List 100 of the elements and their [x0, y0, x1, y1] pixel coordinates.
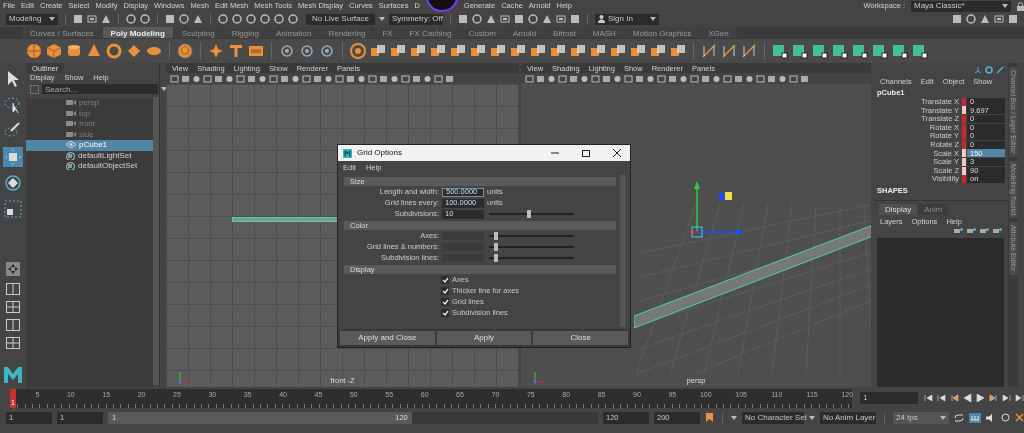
shelf-tab[interactable]: MASH: [584, 27, 624, 38]
text-tool-icon[interactable]: [228, 43, 244, 59]
panel-toggle-icon[interactable]: [994, 14, 1004, 24]
mesh-edit-icon[interactable]: [430, 43, 446, 59]
cone-icon[interactable]: [86, 43, 102, 59]
scrollbar[interactable]: [153, 97, 159, 385]
workspace-mode-dropdown[interactable]: Modeling: [6, 13, 58, 25]
mesh-edit-icon[interactable]: [470, 43, 486, 59]
cube-icon[interactable]: [46, 43, 62, 59]
go-to-end-icon[interactable]: [1015, 394, 1024, 402]
uv-tool-icon[interactable]: [772, 43, 788, 59]
mesh-edit-icon[interactable]: [410, 43, 426, 59]
outliner-item[interactable]: defaultObjectSet: [26, 161, 153, 172]
platonic-solid-icon[interactable]: [177, 43, 193, 59]
mesh-edit-icon[interactable]: [370, 43, 386, 59]
filter-icon[interactable]: [30, 84, 39, 94]
dialog-button[interactable]: Apply and Close: [340, 331, 435, 345]
step-back-frame-icon[interactable]: [950, 394, 959, 402]
go-to-start-icon[interactable]: [924, 394, 933, 402]
uv-tool-icon[interactable]: [912, 43, 928, 59]
anim-layer-dropdown[interactable]: No Anim Layer: [820, 411, 876, 424]
checkbox[interactable]: [441, 309, 449, 317]
outliner-item[interactable]: defaultLightSet: [26, 150, 153, 161]
panel-layout-icon[interactable]: [6, 283, 20, 295]
rotate-tool-button[interactable]: [3, 173, 23, 193]
sphere-icon[interactable]: [26, 43, 42, 59]
panel-toggle-icon[interactable]: [1008, 14, 1018, 24]
move-tool-button[interactable]: [3, 147, 23, 167]
uv-tool-icon[interactable]: [852, 43, 868, 59]
key-ticks-icon[interactable]: [969, 412, 981, 423]
live-surface-field[interactable]: No Live Surface: [306, 13, 375, 25]
shelf-tab[interactable]: FX: [374, 27, 401, 38]
search-field[interactable]: Search...: [42, 84, 158, 94]
preferences-icon[interactable]: [1015, 413, 1024, 422]
mesh-edit-icon[interactable]: [570, 43, 586, 59]
lasso-tool-button[interactable]: [3, 95, 23, 115]
uv-tool-icon[interactable]: [872, 43, 888, 59]
shelf-tab[interactable]: Animation: [267, 27, 320, 38]
play-backwards-icon[interactable]: [963, 394, 972, 402]
mesh-edit-icon[interactable]: [450, 43, 466, 59]
mesh-edit-icon[interactable]: [610, 43, 626, 59]
refresh-icon[interactable]: [985, 66, 993, 74]
checkbox[interactable]: [441, 276, 449, 284]
shelf-tab[interactable]: FX Caching: [401, 27, 460, 38]
shelf-tab[interactable]: Curves / Surfaces: [22, 27, 102, 38]
fps-dropdown[interactable]: 24 fps: [893, 411, 949, 424]
edge-tool-icon[interactable]: [741, 43, 757, 59]
edit-icon[interactable]: [996, 66, 1004, 74]
mesh-edit-icon[interactable]: [630, 43, 646, 59]
shelf-tab[interactable]: Motion Graphics: [624, 27, 700, 38]
shelf-tab[interactable]: Arnold: [504, 27, 545, 38]
shelf-tab[interactable]: Custom: [460, 27, 504, 38]
panel-layout-icon[interactable]: [6, 319, 20, 331]
mesh-edit-icon[interactable]: [490, 43, 506, 59]
step-forward-frame-icon[interactable]: [989, 394, 998, 402]
deform-tool-icon[interactable]: [299, 43, 315, 59]
edge-tool-icon[interactable]: [701, 43, 717, 59]
symmetry-dropdown[interactable]: Symmetry: Off: [388, 13, 443, 25]
shelf-tab[interactable]: XGen: [700, 27, 737, 38]
step-back-key-icon[interactable]: [937, 394, 946, 402]
mesh-edit-icon[interactable]: [590, 43, 606, 59]
scale-tool-button[interactable]: [3, 199, 23, 219]
auto-key-icon[interactable]: [705, 412, 714, 423]
uv-tool-icon[interactable]: [812, 43, 828, 59]
mesh-edit-icon[interactable]: [510, 43, 526, 59]
shelf-tab[interactable]: Sculpting: [173, 27, 223, 38]
step-forward-key-icon[interactable]: [1002, 394, 1011, 402]
slider-thumb[interactable]: [493, 254, 498, 262]
layer-tool-icon[interactable]: [967, 227, 976, 234]
mesh-edit-icon[interactable]: [390, 43, 406, 59]
slider-thumb[interactable]: [526, 210, 531, 218]
edge-tool-icon[interactable]: [721, 43, 737, 59]
panel-layout-icon[interactable]: [6, 301, 20, 313]
layer-tool-icon[interactable]: [993, 227, 1002, 234]
mesh-edit-icon[interactable]: [530, 43, 546, 59]
loop-icon[interactable]: [954, 413, 964, 422]
slider-thumb[interactable]: [493, 243, 498, 251]
show-manipulator-icon[interactable]: [5, 261, 21, 277]
axis-icon[interactable]: [974, 66, 982, 74]
checkbox[interactable]: [441, 298, 449, 306]
cylinder-icon[interactable]: [66, 43, 82, 59]
uv-tool-icon[interactable]: [892, 43, 908, 59]
deform-tool-icon[interactable]: [279, 43, 295, 59]
mesh-edit-icon[interactable]: [650, 43, 666, 59]
shelf-tab[interactable]: Rigging: [223, 27, 267, 38]
panel-layout-icon[interactable]: [6, 337, 20, 349]
shelf-tab[interactable]: Bifrost: [545, 27, 584, 38]
torus-icon[interactable]: [106, 43, 122, 59]
layer-tool-icon[interactable]: [980, 227, 989, 234]
uv-tool-icon[interactable]: [792, 43, 808, 59]
workspace-dropdown[interactable]: Maya Classic*: [911, 0, 1011, 12]
svg-tool-icon[interactable]: [248, 43, 264, 59]
star-icon[interactable]: [208, 43, 224, 59]
checkbox[interactable]: [441, 287, 449, 295]
layer-tab[interactable]: Display: [879, 203, 918, 215]
plane-icon[interactable]: [126, 43, 142, 59]
mesh-edit-icon[interactable]: [550, 43, 566, 59]
mesh-edit-icon[interactable]: [670, 43, 686, 59]
uv-tool-icon[interactable]: [832, 43, 848, 59]
sign-in-dropdown[interactable]: Sign In: [594, 13, 659, 25]
